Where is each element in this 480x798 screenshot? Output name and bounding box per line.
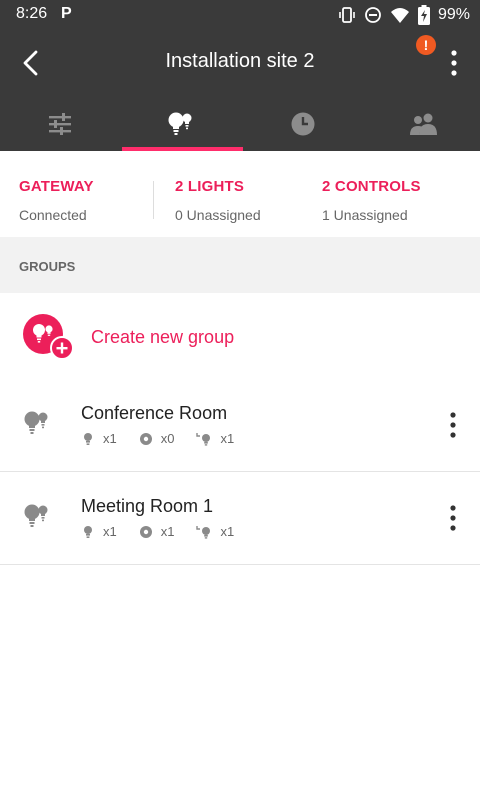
- control-count-value: x1: [220, 524, 235, 539]
- battery-charging-icon: [417, 5, 430, 25]
- light-count: x1: [81, 524, 117, 539]
- lights-unassigned: 0 Unassigned: [175, 207, 261, 223]
- light-count: x1: [81, 431, 117, 446]
- sensor-count: x1: [139, 524, 175, 539]
- control-count-value: x1: [220, 431, 235, 446]
- tab-settings[interactable]: [0, 96, 120, 151]
- site-summary: GATEWAY Connected 2 LIGHTS 0 Unassigned …: [0, 151, 480, 237]
- group-name: Meeting Room 1: [81, 496, 214, 516]
- control-count: x1: [196, 524, 234, 539]
- group-row-conference-room[interactable]: Conference Room x1 x0 x1: [0, 379, 480, 472]
- overflow-menu-icon[interactable]: [440, 46, 468, 80]
- group-device-counts: x1 x0 x1: [81, 431, 256, 446]
- status-time: 8:26: [16, 5, 48, 22]
- groups-section-header: GROUPS: [0, 237, 480, 293]
- lights-title: 2 LIGHTS: [175, 178, 245, 195]
- group-name: Conference Room: [81, 403, 228, 423]
- group-overflow-menu-icon[interactable]: [440, 410, 466, 440]
- add-group-icon: [23, 314, 74, 360]
- clock-icon: [291, 112, 315, 135]
- tab-bar: [0, 96, 480, 151]
- tab-lights[interactable]: [120, 96, 240, 151]
- sensor-count-value: x0: [160, 431, 175, 446]
- controls-unassigned: 1 Unassigned: [322, 207, 408, 223]
- battery-percent: 99%: [437, 6, 470, 23]
- group-bulbs-icon: [24, 411, 48, 434]
- group-device-counts: x1 x1 x1: [81, 524, 256, 539]
- group-bulbs-icon: [24, 504, 48, 527]
- vibrate-icon: [339, 7, 355, 23]
- gateway-status: Connected: [19, 207, 87, 223]
- wifi-icon: [390, 8, 409, 23]
- group-overflow-menu-icon[interactable]: [440, 503, 466, 533]
- sensor-icon: [139, 432, 152, 445]
- sensor-icon: [139, 525, 152, 538]
- notification-p-icon: P: [61, 5, 72, 22]
- summary-divider: [153, 181, 154, 219]
- create-group-label: Create new group: [91, 327, 235, 347]
- controls-title: 2 CONTROLS: [322, 178, 421, 195]
- control-icon: [196, 432, 211, 446]
- page-title: Installation site 2: [165, 50, 315, 72]
- gateway-summary[interactable]: GATEWAY Connected: [19, 178, 94, 223]
- tab-users[interactable]: [364, 96, 480, 151]
- app-bar: Installation site 2 !: [0, 30, 480, 96]
- light-count-value: x1: [103, 431, 117, 446]
- tab-schedule[interactable]: [243, 96, 363, 151]
- group-row-meeting-room-1[interactable]: Meeting Room 1 x1 x1 x1: [0, 472, 480, 565]
- create-group-button[interactable]: Create new group: [0, 293, 480, 379]
- sliders-icon: [49, 112, 71, 135]
- do-not-disturb-icon: [365, 7, 381, 23]
- lights-summary[interactable]: 2 LIGHTS 0 Unassigned: [175, 178, 261, 223]
- sensor-count-value: x1: [160, 524, 175, 539]
- control-icon: [196, 525, 211, 539]
- status-bar: 8:26 P 99%: [0, 0, 480, 30]
- light-bulb-icon: [84, 432, 92, 445]
- light-count-value: x1: [103, 524, 117, 539]
- users-icon: [410, 113, 437, 135]
- controls-summary[interactable]: 2 CONTROLS 1 Unassigned: [322, 178, 421, 223]
- status-icons: 99%: [338, 4, 470, 26]
- light-bulb-icon: [84, 525, 92, 538]
- gateway-title: GATEWAY: [19, 178, 94, 195]
- groups-header-label: GROUPS: [19, 259, 76, 274]
- sensor-count: x0: [139, 431, 175, 446]
- control-count: x1: [196, 431, 234, 446]
- bulbs-icon: [168, 112, 192, 135]
- alert-badge-icon[interactable]: !: [416, 35, 436, 55]
